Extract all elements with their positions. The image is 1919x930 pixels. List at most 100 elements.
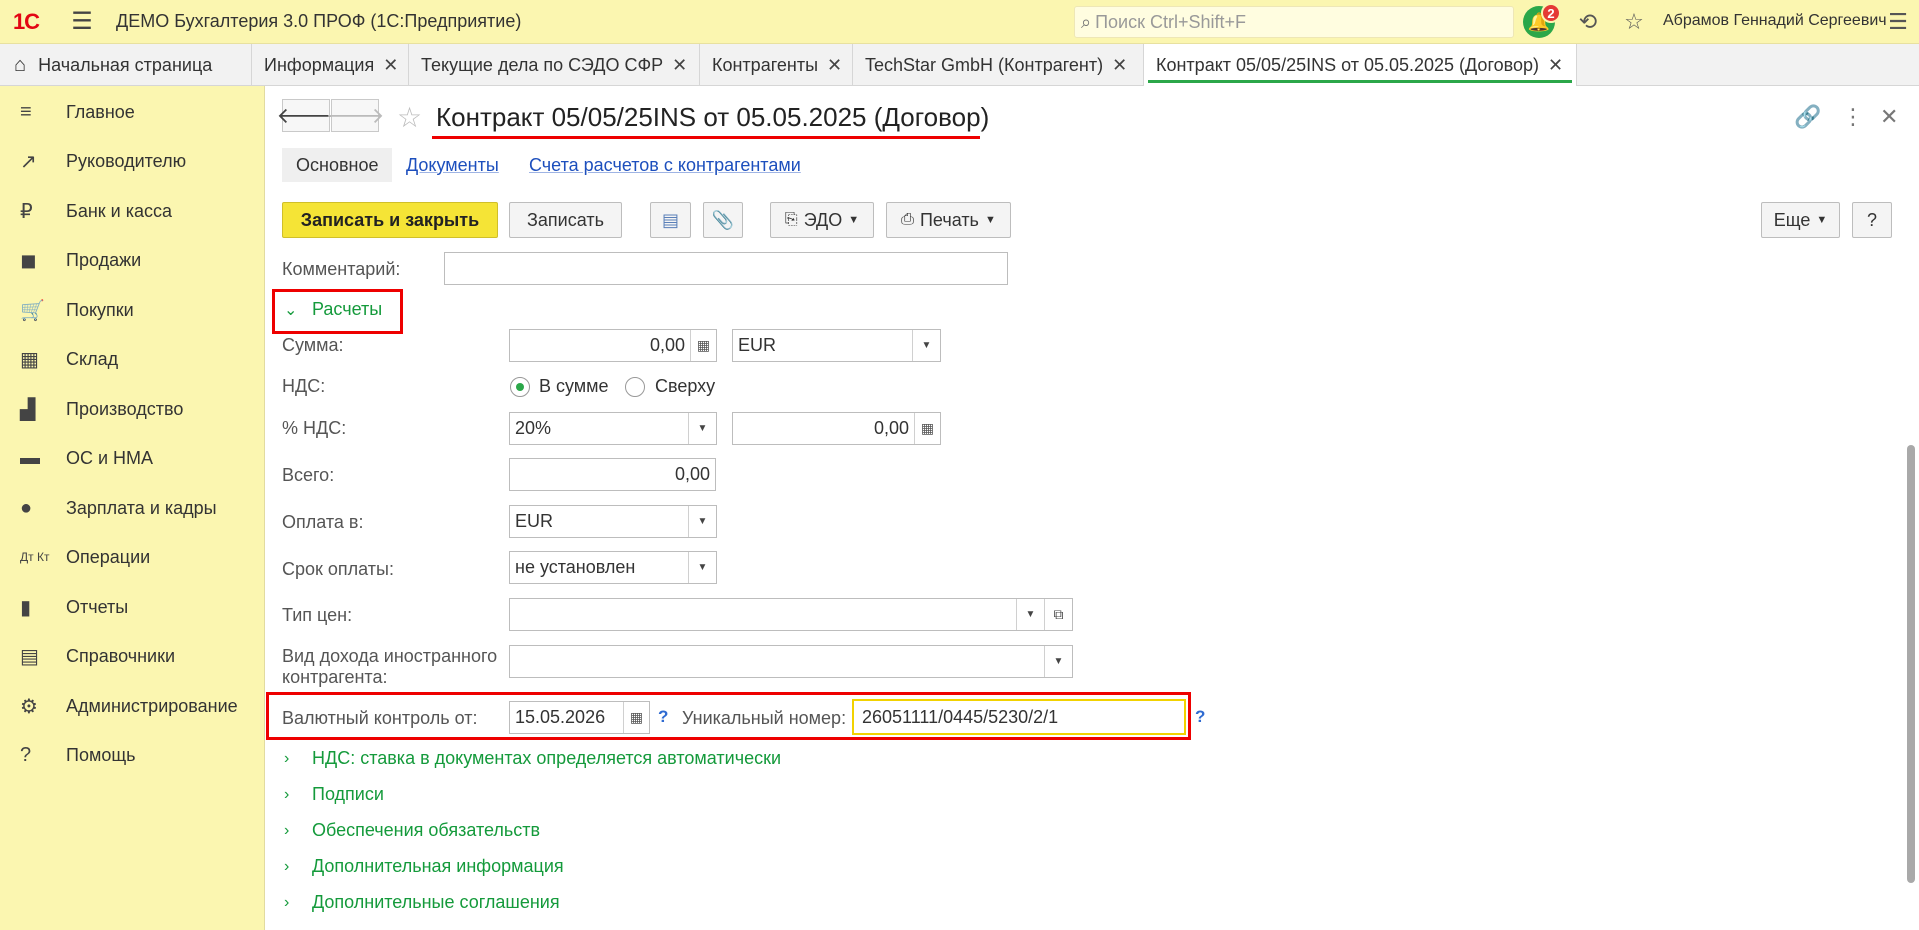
tab-settlement-accounts[interactable]: Счета расчетов с контрагентами [529,148,801,182]
favorite-star-icon[interactable]: ☆ [397,101,422,134]
sidebar-item-references[interactable]: ▤ Справочники [0,634,265,678]
user-name[interactable]: Абрамов Геннадий Сергеевич [1663,12,1887,30]
calculator-icon[interactable]: ▦ [690,330,716,361]
sidebar: ≡ Главное ↗ Руководителю ₽ Банк и касса ◼ Пр… [0,86,265,930]
attach-button[interactable]: 📎 [703,202,743,238]
sidebar-item-reports[interactable]: ▮ Отчеты [0,585,265,629]
sidebar-item-salary[interactable]: ● Зарплата и кадры [0,486,265,530]
vat-amount-field[interactable]: 0,00 ▦ [732,412,941,445]
chevron-right-icon: › [284,749,290,767]
currency-control-date-field[interactable]: 15.05.2026 ▦ [509,701,650,734]
chevron-down-icon[interactable]: ▼ [1044,646,1072,677]
more-vertical-icon[interactable]: ⋮ [1842,104,1864,130]
chevron-down-icon: ⌄ [284,301,298,319]
vat-above-radio[interactable] [625,377,645,397]
pay-in-label: Оплата в: [282,512,364,532]
vat-in-sum-label[interactable]: В сумме [539,376,609,397]
open-tabs-bar: ⌂ Начальная страница Информация ✕ Текущи… [0,44,1919,86]
vat-auto-group-toggle[interactable]: › НДС: ставка в документах определяется а… [284,748,781,769]
tab-main[interactable]: Основное [282,148,393,182]
print-label: Печать [919,209,979,230]
tab-techstar[interactable]: TechStar GmbH (Контрагент) ✕ [853,44,1144,86]
total-field[interactable]: 0,00 [509,458,716,491]
settings-menu-icon[interactable]: ☰ [1884,8,1912,36]
close-icon[interactable]: ✕ [383,55,398,76]
unique-number-field[interactable]: 26051111/0445/5230/2/1 [852,699,1186,735]
sidebar-item-manager[interactable]: ↗ Руководителю [0,139,265,183]
forward-button[interactable]: 🡒 [326,99,385,132]
sidebar-item-main[interactable]: ≡ Главное [0,90,265,134]
tab-counterparties[interactable]: Контрагенты ✕ [700,44,853,86]
tab-home[interactable]: ⌂ Начальная страница [0,44,252,86]
close-icon[interactable]: ✕ [672,55,687,76]
comment-field[interactable] [444,252,1008,285]
sidebar-item-label: Покупки [66,299,134,320]
app-logo[interactable]: 1С [0,0,52,44]
foreign-income-label: Вид дохода иностранного контрагента: [282,646,497,688]
pay-in-select[interactable]: EUR ▼ [509,505,717,538]
chevron-down-icon[interactable]: ▼ [1016,599,1044,630]
foreign-income-label-line2: контрагента: [282,667,388,687]
vat-amount-value: 0,00 [873,418,909,438]
tab-documents[interactable]: Документы [406,148,499,182]
calc-group-toggle[interactable]: ⌄ Расчеты [284,299,382,320]
close-icon[interactable]: ✕ [827,55,842,76]
calculator-icon[interactable]: ▦ [914,413,940,444]
sidebar-item-warehouse[interactable]: ▦ Склад [0,337,265,381]
tab-current-tasks[interactable]: Текущие дела по СЭДО СФР ✕ [409,44,700,86]
search-placeholder: Поиск Ctrl+Shift+F [1095,11,1247,32]
scrollbar-thumb[interactable] [1907,445,1915,883]
back-button[interactable]: 🡐 [277,99,336,132]
favorites-star-icon[interactable]: ☆ [1620,8,1648,36]
chevron-down-icon[interactable]: ▼ [688,413,716,444]
signatures-group-toggle[interactable]: › Подписи [284,784,384,805]
sidebar-item-purchases[interactable]: 🛒 Покупки [0,288,265,332]
vat-rate-select[interactable]: 20% ▼ [509,412,717,445]
close-icon[interactable]: ✕ [1880,104,1898,130]
open-icon[interactable]: ⧉ [1044,599,1072,630]
tab-info[interactable]: Информация ✕ [252,44,409,86]
save-button[interactable]: Записать [509,202,622,238]
print-button[interactable]: ⎙ Печать ▼ [886,202,1011,238]
chevron-down-icon[interactable]: ▼ [688,552,716,583]
price-type-select[interactable]: ▼ ⧉ [509,598,1073,631]
sidebar-item-label: Главное [66,101,135,122]
chevron-down-icon[interactable]: ▼ [688,506,716,537]
sidebar-item-sales[interactable]: ◼ Продажи [0,238,265,282]
sidebar-item-bank[interactable]: ₽ Банк и касса [0,189,265,233]
tab-contract[interactable]: Контракт 05/05/25INS от 05.05.2025 (Дого… [1144,44,1577,86]
group-label: Дополнительные соглашения [312,892,560,912]
edo-button[interactable]: ⎘ ЭДО ▼ [770,202,874,238]
sum-field[interactable]: 0,00 ▦ [509,329,717,362]
vat-above-label[interactable]: Сверху [655,376,715,397]
currency-control-help-icon[interactable]: ? [658,707,668,727]
search-input[interactable]: ⌕ Поиск Ctrl+Shift+F [1074,6,1514,38]
close-icon[interactable]: ✕ [1548,55,1563,76]
sidebar-item-operations[interactable]: Дт Кт Операции [0,535,265,579]
extra-info-group-toggle[interactable]: › Дополнительная информация [284,856,564,877]
help-button[interactable]: ? [1852,202,1892,238]
structure-button[interactable]: ▤ [650,202,691,238]
close-icon[interactable]: ✕ [1112,55,1127,76]
pay-term-select[interactable]: не установлен ▼ [509,551,717,584]
obligations-group-toggle[interactable]: › Обеспечения обязательств [284,820,540,841]
sidebar-item-help[interactable]: ? Помощь [0,733,265,777]
sidebar-item-label: Администрирование [66,695,238,716]
sidebar-item-assets[interactable]: ▬ ОС и НМА [0,436,265,480]
sidebar-item-production[interactable]: ▟ Производство [0,387,265,431]
home-icon: ⌂ [14,53,27,76]
history-icon[interactable]: ⟲ [1574,8,1602,36]
more-button[interactable]: Еще ▼ [1761,202,1840,238]
foreign-income-select[interactable]: ▼ [509,645,1073,678]
calendar-icon[interactable]: ▦ [623,702,649,733]
save-and-close-button[interactable]: Записать и закрыть [282,202,498,238]
sum-currency-select[interactable]: EUR ▼ [732,329,941,362]
sidebar-item-admin[interactable]: ⚙ Администрирование [0,684,265,728]
main-menu-icon[interactable]: ☰ [66,0,98,44]
vat-in-sum-radio[interactable] [510,377,530,397]
extra-agreements-group-toggle[interactable]: › Дополнительные соглашения [284,892,560,913]
link-icon[interactable]: 🔗 [1794,104,1821,130]
sum-label: Сумма: [282,335,344,355]
unique-number-help-icon[interactable]: ? [1195,707,1205,727]
chevron-down-icon[interactable]: ▼ [912,330,940,361]
